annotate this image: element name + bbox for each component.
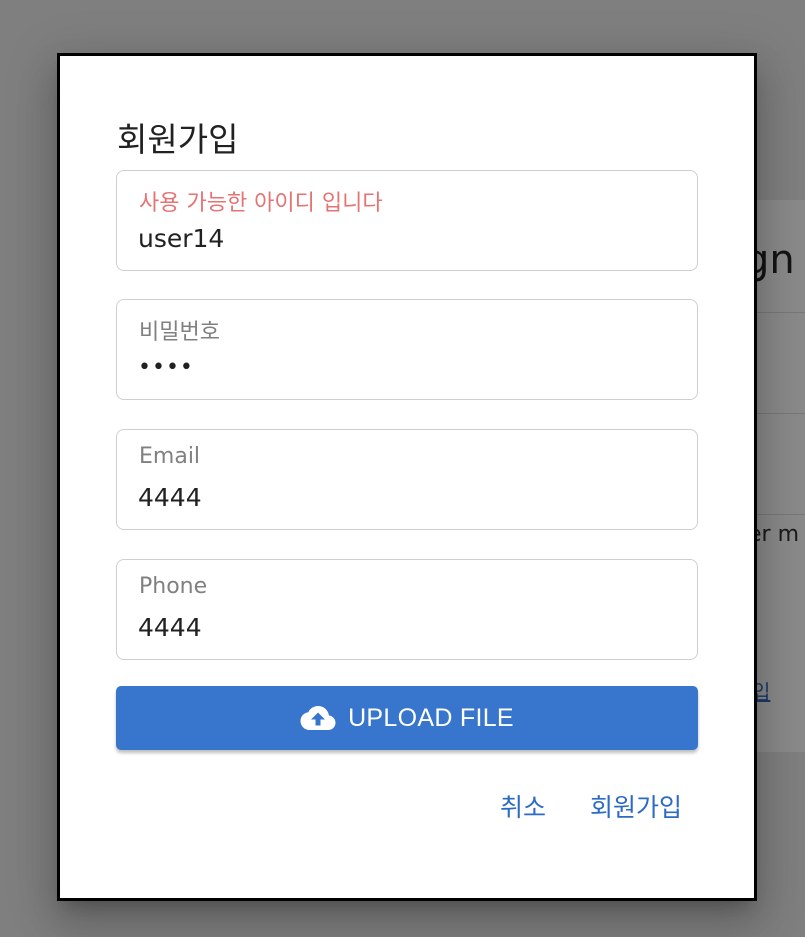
upload-file-button[interactable]: UPLOAD FILE [116, 686, 698, 750]
password-input[interactable] [138, 349, 668, 385]
username-availability-label: 사용 가능한 아이디 입니다 [139, 191, 383, 216]
username-field[interactable]: 사용 가능한 아이디 입니다 [116, 170, 698, 271]
signup-dialog: 회원가입 사용 가능한 아이디 입니다 비밀번호 Email Phone UPL… [57, 53, 757, 901]
dialog-title: 회원가입 [117, 120, 239, 159]
cancel-button[interactable]: 취소 [500, 788, 546, 824]
phone-input[interactable] [138, 609, 668, 645]
phone-field[interactable]: Phone [116, 559, 698, 660]
upload-file-label: UPLOAD FILE [348, 703, 514, 732]
cloud-upload-icon [300, 704, 336, 732]
dialog-actions: 취소 회원가입 [500, 788, 682, 824]
email-label: Email [139, 444, 201, 469]
password-field[interactable]: 비밀번호 [116, 299, 698, 400]
email-field[interactable]: Email [116, 429, 698, 530]
signup-submit-button[interactable]: 회원가입 [590, 788, 682, 824]
phone-label: Phone [139, 574, 208, 599]
password-label: 비밀번호 [139, 320, 220, 345]
username-input[interactable] [138, 220, 668, 256]
email-input[interactable] [138, 479, 668, 515]
